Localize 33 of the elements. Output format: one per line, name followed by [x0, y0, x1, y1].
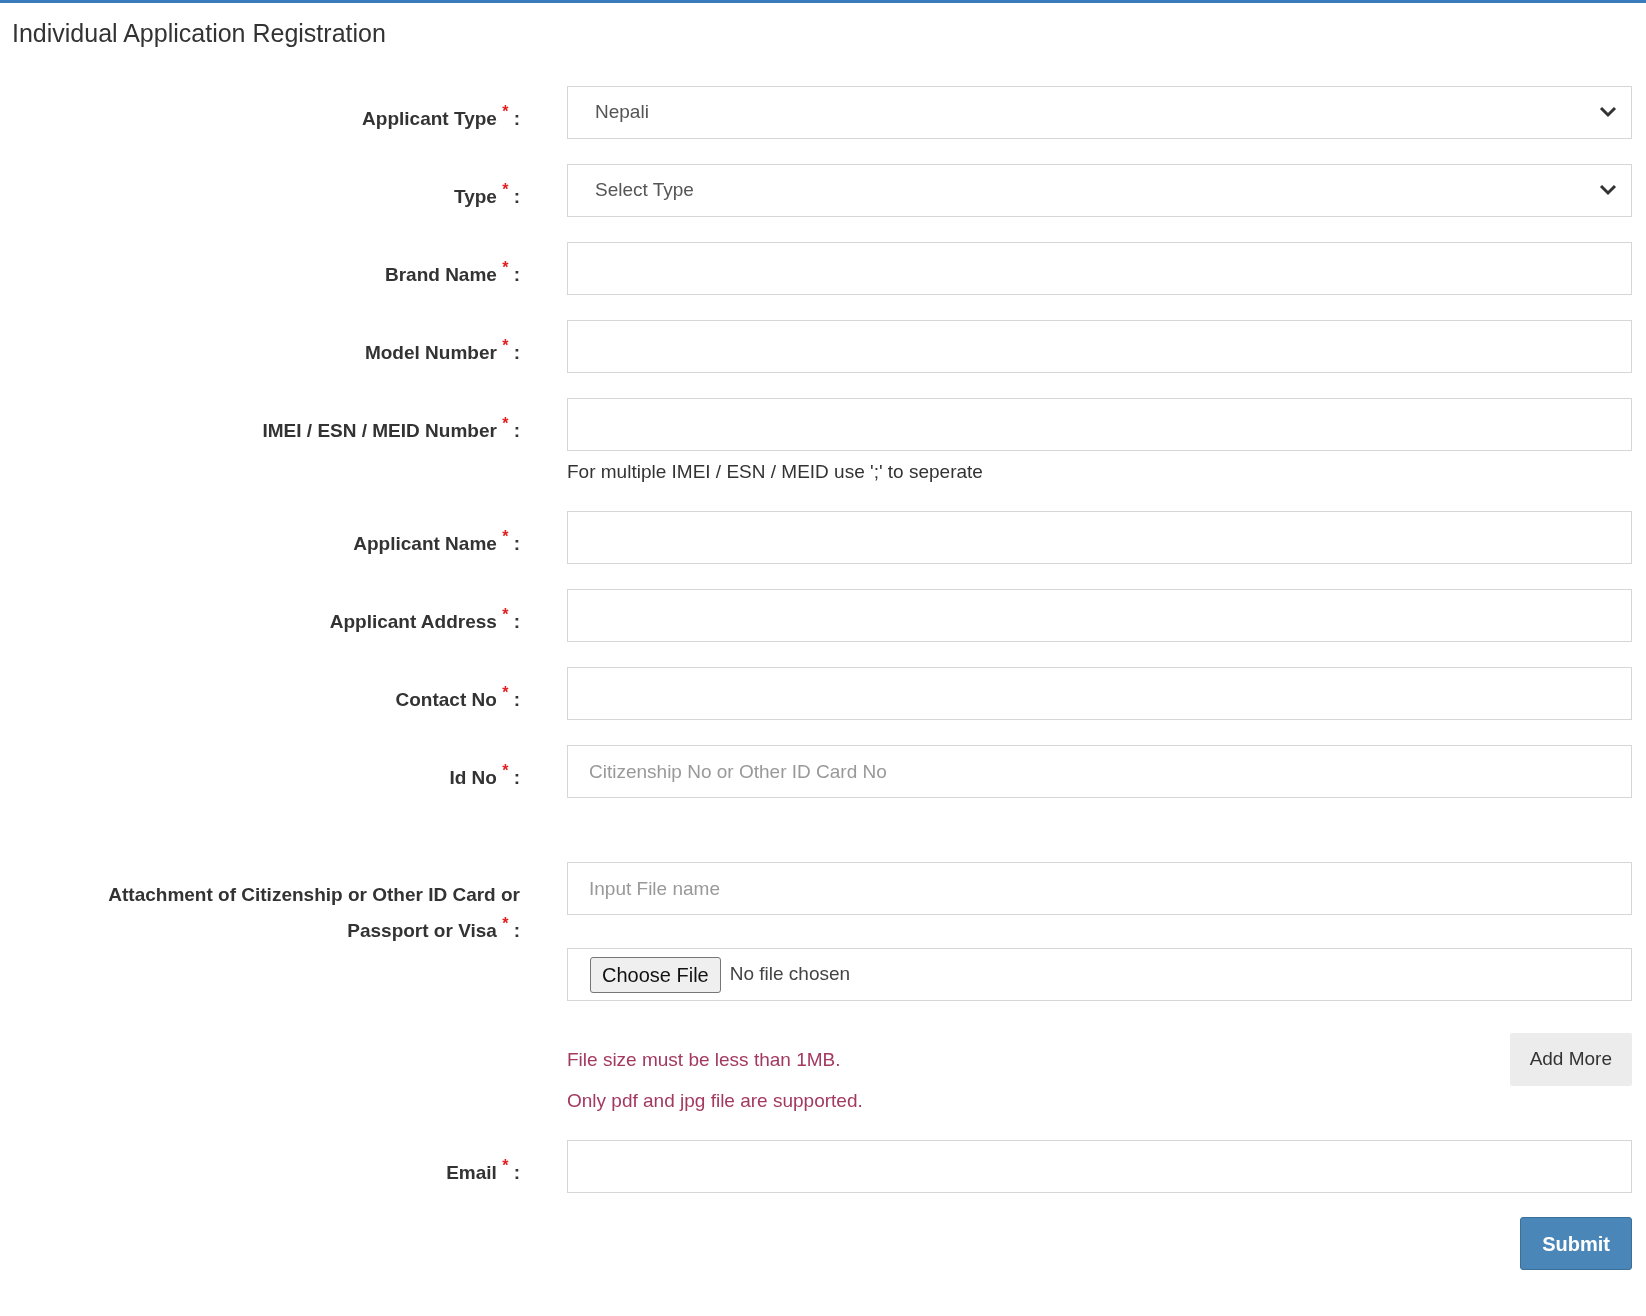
note-text: File size must be less than 1MB.: [567, 1048, 842, 1072]
field-label: Applicant Address $^{*}$ :: [329, 605, 520, 634]
input-field[interactable]: [567, 589, 1632, 642]
dropdown-field[interactable]: Nepali: [567, 85, 1632, 139]
input-field[interactable]: [567, 241, 1632, 295]
add-more-button[interactable]: Add More: [1509, 1033, 1632, 1086]
dropdown-field[interactable]: Select Type: [567, 163, 1632, 217]
field-label: Contact No $^{*}$ :: [395, 683, 520, 712]
field-label: IMEI / ESN / MEID Number $^{*}$ :: [262, 413, 520, 443]
input-field[interactable]: [567, 319, 1632, 373]
page-title: Individual Application Registration: [12, 18, 387, 49]
submit-button[interactable]: Submit: [1520, 1217, 1632, 1270]
field-label: Email $^{*}$ :: [446, 1156, 520, 1185]
file-input[interactable]: Choose File No file chosen: [567, 948, 1632, 1001]
note-text: Only pdf and jpg file are supported.: [567, 1088, 863, 1113]
field-label: Applicant Type $^{*}$ :: [362, 101, 520, 131]
input-field[interactable]: [567, 1140, 1632, 1193]
input-field[interactable]: [567, 511, 1632, 564]
chevron-down-icon: [1599, 106, 1617, 118]
input-field[interactable]: [567, 397, 1632, 451]
field-label: Brand Name $^{*}$ :: [384, 257, 520, 287]
chevron-down-icon: [1599, 184, 1617, 196]
field-label: Attachment of Citizenship or Other ID Card or Passport or Visa $^{*}$ :: [107, 883, 520, 943]
field-label: Model Number $^{*}$ :: [364, 335, 520, 365]
field-label: Applicant Name $^{*}$ :: [353, 527, 520, 556]
input-field[interactable]: [567, 667, 1632, 720]
file-status: No file chosen: [729, 962, 851, 987]
choose-file-button[interactable]: Choose File: [590, 956, 721, 993]
help-text: For multiple IMEI / ESN / MEID use ';' to seperate: [567, 459, 984, 484]
field-label: Id No $^{*}$ :: [449, 761, 520, 790]
input-field[interactable]: Input File name: [567, 862, 1632, 915]
field-label: Type $^{*}$ :: [453, 179, 520, 209]
input-field[interactable]: Citizenship No or Other ID Card No: [567, 745, 1632, 798]
